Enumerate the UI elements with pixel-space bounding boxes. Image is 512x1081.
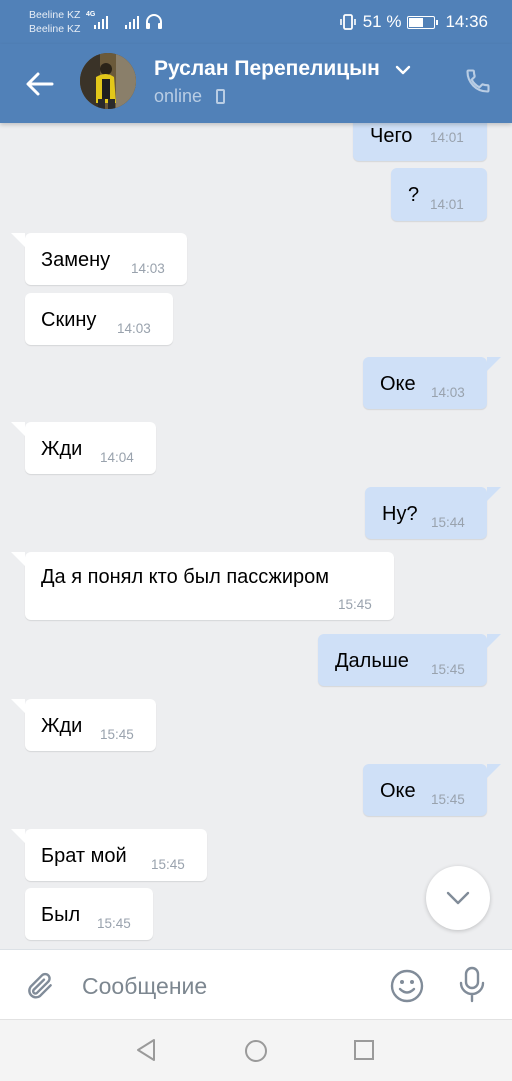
message-incoming[interactable]: Скину 14:03 <box>25 293 173 345</box>
message-incoming[interactable]: Замену 14:03 <box>11 233 187 285</box>
message-time: 15:44 <box>431 515 465 530</box>
message-outgoing[interactable]: Оке 14:03 <box>363 357 501 409</box>
message-time: 15:45 <box>338 597 372 612</box>
system-navigation-bar <box>0 1019 512 1081</box>
message-outgoing[interactable]: ? 14:01 <box>391 168 487 221</box>
message-text: Да я понял кто был пассжиром <box>41 566 330 588</box>
scroll-to-bottom-button[interactable] <box>426 866 490 930</box>
contact-avatar[interactable] <box>80 53 136 109</box>
message-outgoing[interactable]: Оке 15:45 <box>363 764 501 816</box>
message-text: Скину <box>41 309 97 331</box>
status-bar: Beeline KZ Beeline KZ 4G 51 % 14:36 <box>0 0 512 44</box>
vibrate-icon <box>339 14 356 30</box>
battery-icon <box>407 15 439 29</box>
message-text: Оке <box>380 373 416 395</box>
message-incoming[interactable]: Был 15:45 <box>25 888 153 940</box>
message-time: 14:03 <box>431 385 465 400</box>
back-arrow-icon[interactable] <box>22 66 58 102</box>
message-text: Чего <box>370 125 413 147</box>
clock: 14:36 <box>445 12 488 31</box>
headphones-icon <box>146 14 162 29</box>
battery-percent: 51 % <box>362 12 402 31</box>
message-incoming[interactable]: Брат мой 15:45 <box>11 829 207 881</box>
message-text: Ну? <box>382 503 418 525</box>
message-text: Замену <box>41 249 111 271</box>
message-time: 15:45 <box>100 727 134 742</box>
message-time: 14:01 <box>430 197 464 212</box>
message-text: Был <box>41 904 81 926</box>
carrier-label-2: Beeline KZ <box>29 23 81 35</box>
message-time: 14:03 <box>131 261 165 276</box>
emoji-icon[interactable] <box>389 968 425 1004</box>
nav-recents-icon[interactable] <box>353 1039 375 1061</box>
message-outgoing[interactable]: Дальше 15:45 <box>318 634 501 686</box>
contact-name[interactable]: Руслан Перепелицын <box>154 57 380 81</box>
chat-header: Руслан Перепелицын online <box>0 44 512 123</box>
chevron-down-icon[interactable] <box>395 64 411 76</box>
message-outgoing[interactable]: Ну? 15:44 <box>365 487 501 539</box>
message-text: ? <box>408 184 420 206</box>
status-indicators: 51 % 14:36 <box>339 11 488 33</box>
message-list[interactable]: Чего 14:01 ? 14:01 Замену 14:03 Скину 14… <box>0 123 512 949</box>
paperclip-icon[interactable] <box>24 969 56 1003</box>
message-time: 14:03 <box>117 321 151 336</box>
signal-strength-icon <box>94 13 108 29</box>
carrier-label-1: Beeline KZ <box>29 9 81 21</box>
presence-status: online <box>154 86 203 106</box>
microphone-icon[interactable] <box>458 966 486 1004</box>
nav-home-icon[interactable] <box>244 1039 268 1063</box>
signal-strength-2-icon <box>125 13 141 29</box>
message-time: 14:04 <box>100 450 134 465</box>
message-time: 15:45 <box>431 662 465 677</box>
message-time: 15:45 <box>97 916 131 931</box>
message-text: Жди <box>41 438 83 460</box>
message-incoming[interactable]: Жди 15:45 <box>11 699 156 751</box>
avatar-photo <box>80 53 136 109</box>
message-text: Дальше <box>335 650 409 672</box>
message-time: 14:01 <box>430 130 464 145</box>
message-composer <box>0 949 512 1020</box>
message-text: Жди <box>41 715 83 737</box>
message-incoming[interactable]: Жди 14:04 <box>11 422 156 474</box>
message-text: Брат мой <box>41 845 127 867</box>
mobile-device-icon <box>216 89 225 104</box>
chevron-down-icon <box>446 891 470 905</box>
message-input[interactable] <box>80 960 374 1012</box>
nav-back-icon[interactable] <box>134 1038 158 1062</box>
message-incoming[interactable]: Да я понял кто был пассжиром 15:45 <box>11 552 394 620</box>
message-time: 15:45 <box>151 857 185 872</box>
message-text: Оке <box>380 780 416 802</box>
message-time: 15:45 <box>431 792 465 807</box>
phone-call-icon[interactable] <box>464 67 492 95</box>
message-outgoing[interactable]: Чего 14:01 <box>353 123 487 161</box>
